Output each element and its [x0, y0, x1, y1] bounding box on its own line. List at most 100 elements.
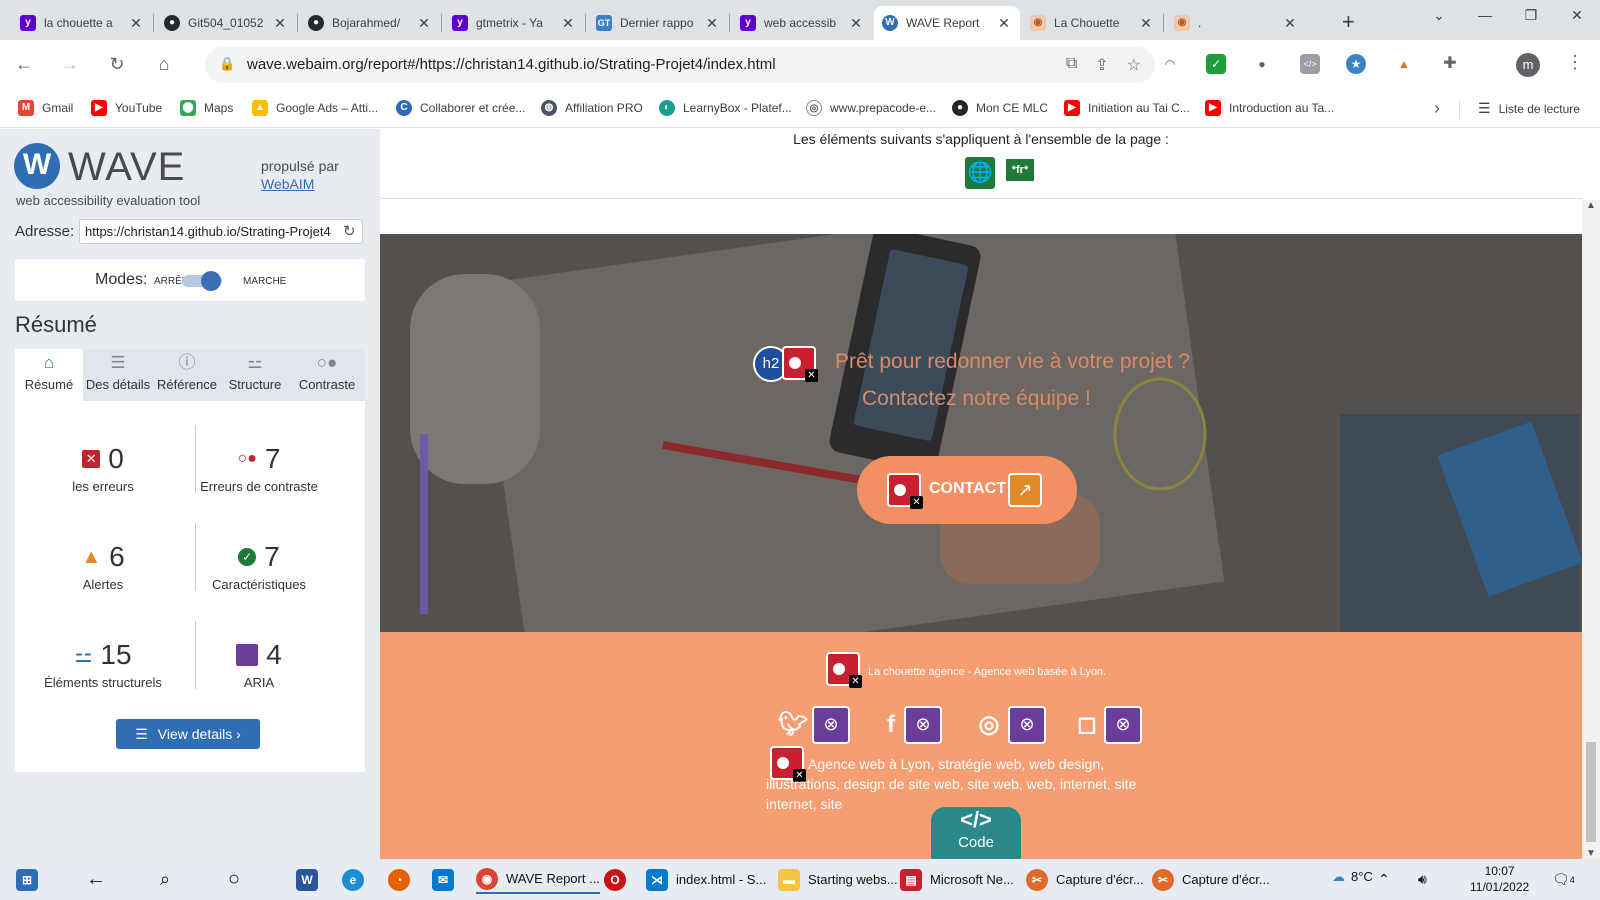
browser-tab[interactable]: GT Dernier rappo ✕ [588, 6, 728, 40]
minimize-icon[interactable]: — [1462, 0, 1508, 30]
scrollbar-thumb[interactable] [1586, 742, 1596, 842]
close-tab-icon[interactable]: ✕ [1282, 15, 1298, 31]
bookmark-prepacode[interactable]: ◎ www.prepacode-e... [806, 100, 936, 116]
browser-tab[interactable]: y web accessib ✕ [732, 6, 872, 40]
address-bar[interactable]: 🔒 wave.webaim.org/report#/https://christ… [205, 47, 1155, 83]
bookmark-canva[interactable]: C Collaborer et crée... [396, 100, 525, 116]
modes-toggle-knob[interactable] [201, 271, 221, 291]
stat-aria[interactable]: 4 ARIA [179, 639, 339, 690]
globe-icon[interactable]: 🌐 [965, 157, 995, 189]
taskbar-item[interactable]: ⋊ index.html - S... [646, 865, 766, 894]
translate-icon[interactable]: ⧉ [1066, 55, 1077, 75]
chevron-up-icon[interactable]: ⌃ [1378, 865, 1390, 894]
stat-contrast[interactable]: ○● 7 Erreurs de contraste [179, 443, 339, 494]
scroll-up-icon[interactable]: ▲ [1586, 200, 1596, 211]
forward-button[interactable]: → [58, 52, 82, 76]
chevron-right-icon[interactable]: › [1434, 98, 1440, 119]
extension-star-icon[interactable]: ★ [1346, 54, 1366, 74]
reload-button[interactable]: ↻ [105, 52, 129, 76]
firefox-app[interactable]: ◔ [388, 865, 418, 894]
browser-tab[interactable]: ● Git504_01052 ✕ [156, 6, 296, 40]
opera-app[interactable]: O [604, 865, 634, 894]
new-tab-button[interactable]: + [1342, 9, 1355, 35]
scroll-down-icon[interactable]: ▼ [1586, 848, 1596, 859]
word-app[interactable]: W [296, 865, 326, 894]
stat-alerts[interactable]: ▲ 6 Alertes [23, 541, 183, 592]
taskbar-item[interactable]: ▤ Microsoft Ne... [900, 865, 1014, 894]
twitter-icon[interactable]: 🐦︎ [776, 708, 810, 742]
browser-tab[interactable]: ● Bojarahmed/ ✕ [300, 6, 440, 40]
browser-menu-icon[interactable]: ⋮ [1566, 52, 1584, 73]
notifications-button[interactable]: 🗨︎ 4 [1552, 865, 1575, 894]
mail-app[interactable]: ✉ [432, 865, 462, 894]
share-icon[interactable]: ⇪ [1095, 55, 1108, 75]
stat-structural[interactable]: ⚍ 15 Éléments structurels [23, 639, 183, 690]
contact-button[interactable]: ✕ CONTACT ↗ [857, 456, 1077, 524]
stat-features[interactable]: ✓ 7 Caractéristiques [179, 541, 339, 592]
bookmark-youtube[interactable]: ▶ YouTube [91, 100, 162, 116]
dribbble-icon[interactable]: ◎ [972, 708, 1006, 742]
view-details-button[interactable]: ☰ View details › [116, 719, 260, 749]
extension-lighthouse-icon[interactable]: ▲ [1394, 54, 1414, 74]
system-clock[interactable]: 10:07 11/01/2022 [1470, 863, 1529, 895]
browser-tab-active[interactable]: W WAVE Report ✕ [874, 6, 1020, 40]
bookmark-mon-ce-mlc[interactable]: ● Mon CE MLC [952, 100, 1048, 116]
extension-headphones-icon[interactable]: ◠ [1160, 54, 1180, 74]
bookmark-affiliation[interactable]: ◍ Affiliation PRO [541, 100, 643, 116]
close-tab-icon[interactable]: ✕ [128, 15, 144, 31]
extension-badge-icon[interactable]: ● [1252, 54, 1272, 74]
bookmark-gmail[interactable]: M Gmail [18, 100, 73, 116]
aria-label-icon[interactable]: ⊗ [1104, 706, 1142, 744]
language-badge[interactable]: *fr* [1006, 159, 1034, 181]
profile-avatar[interactable]: m [1516, 53, 1540, 77]
taskbar-item[interactable]: ◉ WAVE Report ... [476, 865, 600, 894]
extensions-puzzle-icon[interactable]: ✚ [1440, 54, 1460, 74]
start-button[interactable]: ⊞ [16, 865, 46, 894]
restore-icon[interactable]: ❐ [1508, 0, 1554, 30]
back-icon[interactable]: ← [86, 865, 106, 894]
bookmark-star-icon[interactable]: ☆ [1127, 55, 1141, 75]
close-tab-icon[interactable]: ✕ [848, 15, 864, 31]
close-tab-icon[interactable]: ✕ [272, 15, 288, 31]
home-button[interactable]: ⌂ [152, 52, 176, 76]
tab-details[interactable]: ☰ Des détails [83, 349, 153, 401]
extension-code-icon[interactable]: </> [1300, 54, 1320, 74]
extension-check-icon[interactable]: ✓ [1206, 54, 1226, 74]
close-window-icon[interactable]: ✕ [1554, 0, 1600, 30]
browser-tab[interactable]: y la chouette a ✕ [12, 6, 152, 40]
aria-label-icon[interactable]: ⊗ [1008, 706, 1046, 744]
edge-app[interactable]: e [342, 865, 372, 894]
reading-list-button[interactable]: ☰ Liste de lecture [1478, 100, 1580, 117]
taskbar-item[interactable]: ✂ Capture d'écr... [1026, 865, 1144, 894]
weather-widget[interactable]: ☁ 8°C [1332, 869, 1373, 885]
task-view-icon[interactable]: ○ [228, 865, 240, 894]
facebook-icon[interactable]: f [874, 708, 908, 742]
browser-tab[interactable]: ◉ . ✕ [1166, 6, 1306, 40]
close-tab-icon[interactable]: ✕ [996, 15, 1012, 31]
back-button[interactable]: ← [12, 52, 36, 76]
lock-icon[interactable]: 🔒 [219, 56, 235, 72]
tab-resume[interactable]: ⌂ Résumé [15, 349, 83, 401]
bookmark-intro-tai[interactable]: ▶ Introduction au Ta... [1205, 100, 1334, 116]
search-icon[interactable]: ⌕ [160, 865, 170, 894]
close-tab-icon[interactable]: ✕ [416, 15, 432, 31]
tab-contrast[interactable]: ○● Contraste [289, 349, 365, 401]
volume-icon[interactable]: 🔊︎ [1418, 865, 1427, 894]
preview-scrollbar[interactable]: ▲ ▼ [1582, 200, 1600, 859]
close-tab-icon[interactable]: ✕ [560, 15, 576, 31]
bookmark-learnybox[interactable]: ◐ LearnyBox - Platef... [659, 100, 792, 116]
refresh-icon[interactable]: ↻ [343, 222, 356, 240]
code-toggle-button[interactable]: </> Code [931, 807, 1021, 859]
bookmark-google-ads[interactable]: ▲ Google Ads – Atti... [252, 100, 378, 116]
tab-structure[interactable]: ⚍ Structure [221, 349, 289, 401]
address-input[interactable]: https://christan14.github.io/Strating-Pr… [79, 219, 363, 244]
browser-tab[interactable]: ◉ La Chouette ✕ [1022, 6, 1162, 40]
browser-tab[interactable]: y gtmetrix - Ya ✕ [444, 6, 584, 40]
bookmark-maps[interactable]: ⬤ Maps [180, 100, 233, 116]
bookmark-tai-chi[interactable]: ▶ Initiation au Tai C... [1064, 100, 1190, 116]
close-tab-icon[interactable]: ✕ [704, 15, 720, 31]
aria-label-icon[interactable]: ⊗ [904, 706, 942, 744]
contrast-error-icon[interactable]: ✕ [826, 652, 862, 688]
contrast-error-icon[interactable]: ✕ [782, 346, 818, 382]
tab-search-icon[interactable]: ⌄ [1416, 0, 1462, 30]
